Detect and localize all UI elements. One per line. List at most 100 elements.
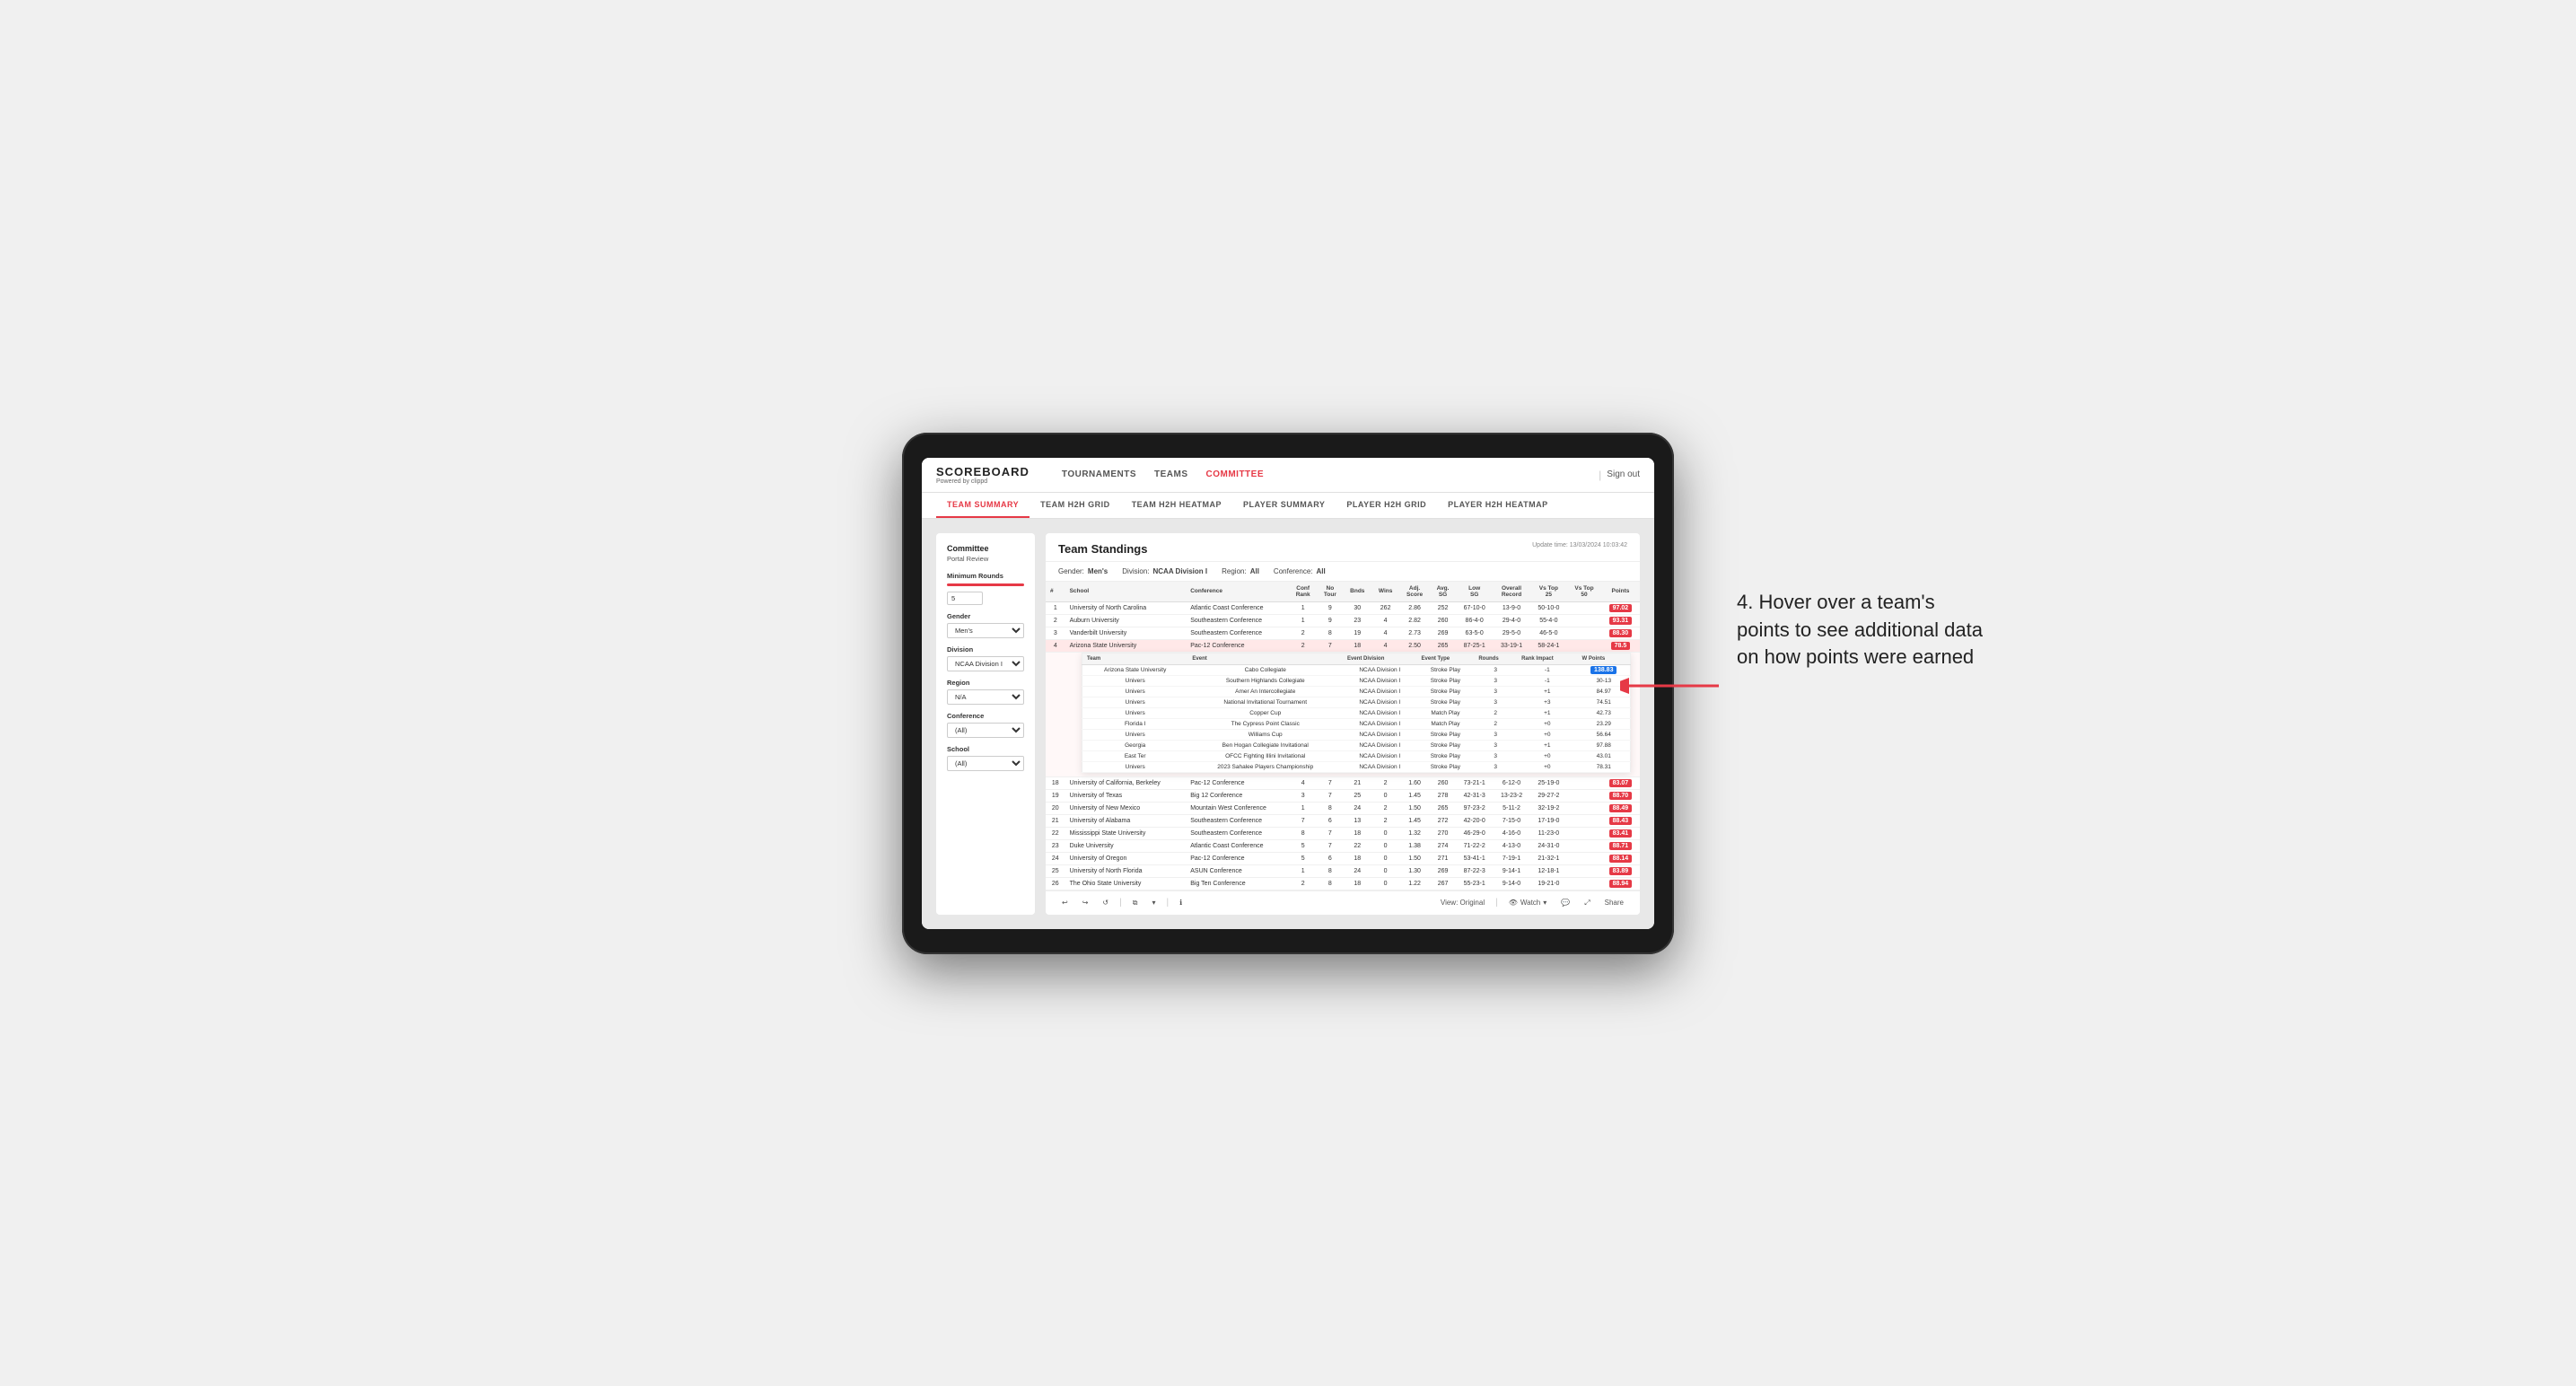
list-item: Univers Amer An Intercollegiate NCAA Div…	[1082, 686, 1631, 697]
list-item: East Ter OFCC Fighting Illini Invitation…	[1082, 750, 1631, 761]
sign-out-btn[interactable]: Sign out	[1607, 469, 1640, 479]
tt-division: NCAA Division I	[1343, 750, 1416, 761]
expand-btn[interactable]: ⤢	[1581, 897, 1593, 909]
filter-gender: Gender Men's	[947, 612, 1024, 638]
undo-btn[interactable]: ↩	[1058, 897, 1072, 908]
school: University of North Carolina	[1065, 601, 1187, 614]
min-rounds-slider[interactable]	[947, 583, 1024, 586]
annotation-area: 4. Hover over a team's points to see add…	[1737, 589, 1988, 671]
tt-team: Univers	[1082, 697, 1188, 707]
avg-sg: 265	[1430, 639, 1456, 652]
tt-points: 74.51	[1578, 697, 1631, 707]
rank: 3	[1046, 627, 1065, 639]
region-select[interactable]: N/A	[947, 689, 1024, 705]
table-header-row: # School Conference ConfRank NoTour Bnds…	[1046, 582, 1640, 602]
col-wins: Wins	[1371, 582, 1399, 602]
list-item: Florida I The Cypress Point Classic NCAA…	[1082, 718, 1631, 729]
subnav-team-h2h-heatmap[interactable]: TEAM H2H HEATMAP	[1121, 493, 1232, 518]
copy-btn[interactable]: ⧉	[1129, 897, 1142, 909]
tt-rank: +3	[1517, 697, 1577, 707]
adj-score: 2.73	[1399, 627, 1430, 639]
subnav-player-h2h-heatmap[interactable]: PLAYER H2H HEATMAP	[1437, 493, 1559, 518]
tt-team: Univers	[1082, 686, 1188, 697]
tt-rank: -1	[1517, 675, 1577, 686]
gender-select[interactable]: Men's	[947, 623, 1024, 638]
sign-out-area: | Sign out	[1599, 469, 1640, 481]
annotation-text: 4. Hover over a team's points to see add…	[1737, 589, 1988, 671]
subnav-team-h2h-grid[interactable]: TEAM H2H GRID	[1030, 493, 1121, 518]
table-container[interactable]: # School Conference ConfRank NoTour Bnds…	[1046, 582, 1640, 890]
conference: Southeastern Conference	[1186, 627, 1289, 639]
nav-tournaments[interactable]: TOURNAMENTS	[1062, 466, 1136, 483]
rank: 1	[1046, 601, 1065, 614]
watch-btn[interactable]: 👁 Watch ▾	[1505, 897, 1551, 908]
col-school: School	[1065, 582, 1187, 602]
conference-select[interactable]: (All)	[947, 723, 1024, 738]
tooltip-header-row: Team Event Event Division Event Type Rou…	[1082, 653, 1631, 664]
standings-title-area: Team Standings	[1058, 542, 1147, 556]
col-bnds: Bnds	[1343, 582, 1371, 602]
col-tour: NoTour	[1317, 582, 1343, 602]
subnav-player-h2h-grid[interactable]: PLAYER H2H GRID	[1336, 493, 1437, 518]
tt-division: NCAA Division I	[1343, 729, 1416, 740]
col-overall: OverallRecord	[1493, 582, 1529, 602]
col-vs50: Vs Top50	[1567, 582, 1601, 602]
subnav-team-summary[interactable]: TEAM SUMMARY	[936, 493, 1030, 518]
points[interactable]: 78.5	[1601, 639, 1640, 652]
tooltip-cell: Team Event Event Division Event Type Rou…	[1046, 652, 1640, 776]
list-item: Georgia Ben Hogan Collegiate Invitationa…	[1082, 740, 1631, 750]
min-rounds-input[interactable]	[947, 592, 983, 605]
points[interactable]: 97.02	[1601, 601, 1640, 614]
rank: 18	[1046, 776, 1065, 789]
filter-division-display: Division: NCAA Division I	[1122, 567, 1207, 575]
tooltip-col-type: Event Type	[1417, 653, 1475, 664]
nav-teams[interactable]: TEAMS	[1154, 466, 1188, 483]
points[interactable]: 93.31	[1601, 614, 1640, 627]
tt-rank: +0	[1517, 718, 1577, 729]
tablet-screen: SCOREBOARD Powered by clippd TOURNAMENTS…	[922, 458, 1654, 929]
points[interactable]: 88.30	[1601, 627, 1640, 639]
bnds: 23	[1343, 614, 1371, 627]
tooltip-col-points: W Points	[1578, 653, 1631, 664]
table-row: 22 Mississippi State University Southeas…	[1046, 827, 1640, 839]
conf-rank: 2	[1289, 639, 1317, 652]
separator: |	[1119, 898, 1122, 908]
share-btn[interactable]: Share	[1601, 897, 1627, 908]
tt-event: OFCC Fighting Illini Invitational	[1187, 750, 1343, 761]
tt-points: 42.73	[1578, 707, 1631, 718]
tt-points: 23.29	[1578, 718, 1631, 729]
vs25: 58-24-1	[1530, 639, 1567, 652]
filter-conference-display: Conference: All	[1274, 567, 1326, 575]
filter-school: School (All)	[947, 745, 1024, 771]
refresh-btn[interactable]: ↺	[1099, 897, 1112, 908]
filter-region-display: Region: All	[1222, 567, 1259, 575]
comment-btn[interactable]: 💬	[1557, 897, 1573, 908]
list-item: Univers Copper Cup NCAA Division I Match…	[1082, 707, 1631, 718]
left-panel-subtitle: Portal Review	[947, 555, 1024, 563]
nav-committee[interactable]: COMMITTEE	[1206, 466, 1265, 483]
subnav-player-summary[interactable]: PLAYER SUMMARY	[1232, 493, 1336, 518]
tt-rank: +0	[1517, 729, 1577, 740]
filter-gender-label: Gender	[947, 612, 1024, 620]
standings-table: # School Conference ConfRank NoTour Bnds…	[1046, 582, 1640, 890]
division-select[interactable]: NCAA Division I	[947, 656, 1024, 671]
tt-rounds: 3	[1474, 729, 1517, 740]
tt-division: NCAA Division I	[1343, 707, 1416, 718]
school-select[interactable]: (All)	[947, 756, 1024, 771]
more-btn[interactable]: ▾	[1148, 897, 1159, 908]
overall: 33-19-1	[1493, 639, 1529, 652]
school: Arizona State University	[1065, 639, 1187, 652]
col-rank: #	[1046, 582, 1065, 602]
separator: |	[1166, 898, 1169, 908]
info-btn[interactable]: ℹ	[1176, 897, 1186, 908]
redo-btn[interactable]: ↪	[1079, 897, 1092, 908]
tooltip-expanded-row: Team Event Event Division Event Type Rou…	[1046, 652, 1640, 776]
conf-rank: 1	[1289, 614, 1317, 627]
wins: 4	[1371, 639, 1399, 652]
list-item: Univers Williams Cup NCAA Division I Str…	[1082, 729, 1631, 740]
left-panel: Committee Portal Review Minimum Rounds G…	[936, 533, 1035, 915]
view-original-btn[interactable]: View: Original	[1437, 897, 1488, 908]
top-nav-links: TOURNAMENTS TEAMS COMMITTEE	[1062, 466, 1577, 483]
rank: 4	[1046, 639, 1065, 652]
tt-rank: +1	[1517, 707, 1577, 718]
